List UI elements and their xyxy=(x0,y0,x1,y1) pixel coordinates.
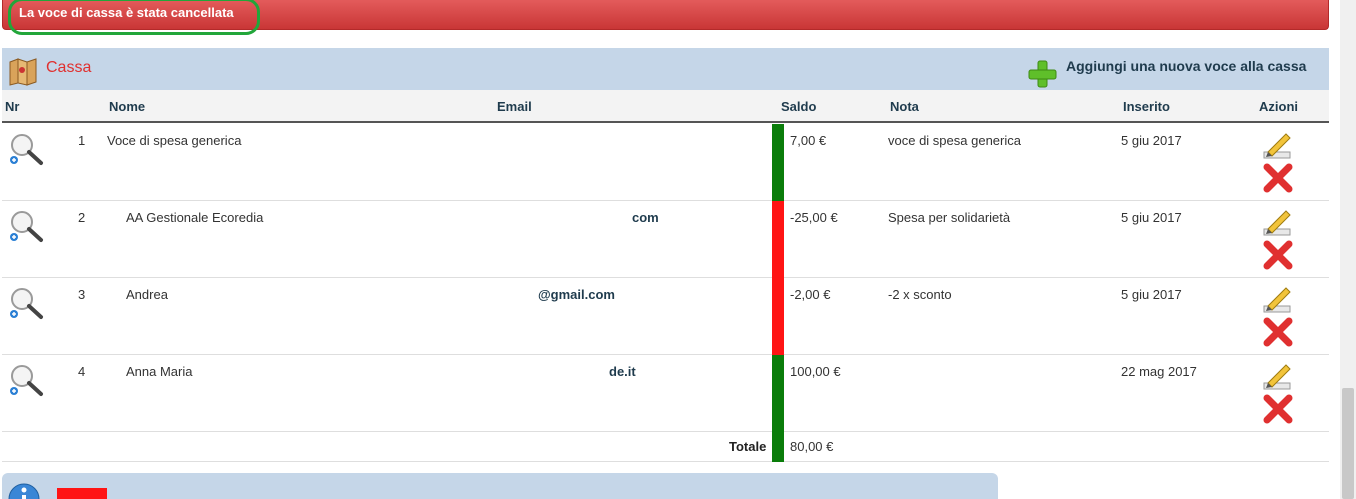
row-email: com xyxy=(632,210,659,225)
delete-x-icon[interactable] xyxy=(1262,162,1294,194)
row-email: @gmail.com xyxy=(538,287,615,302)
row-inserito: 22 mag 2017 xyxy=(1121,364,1197,379)
pencil-icon[interactable] xyxy=(1262,361,1292,391)
panel-title: Cassa xyxy=(46,59,92,76)
magnifier-icon[interactable] xyxy=(8,209,44,243)
row-inserito: 5 giu 2017 xyxy=(1121,210,1182,225)
row-nr: 4 xyxy=(78,364,86,379)
row-inserito: 5 giu 2017 xyxy=(1121,287,1182,302)
row-saldo: -25,00 € xyxy=(790,210,838,225)
row-saldo: 7,00 € xyxy=(790,133,827,148)
column-header-email[interactable]: Email xyxy=(497,99,532,114)
legend-color-block xyxy=(57,488,107,499)
row-nr: 3 xyxy=(78,287,86,302)
row-email: de.it xyxy=(609,364,636,379)
table-row: 1 Voce di spesa generica 7,00 € voce di … xyxy=(2,124,1329,201)
table-row: 2 AA Gestionale Ecoredia com -25,00 € Sp… xyxy=(2,201,1329,278)
row-nota: Spesa per solidarietà xyxy=(888,210,1011,225)
scrollbar-thumb[interactable] xyxy=(1342,388,1354,499)
column-header-inserito[interactable]: Inserito xyxy=(1123,99,1170,114)
row-nota: voce di spesa generica xyxy=(888,133,1021,148)
total-label: Totale xyxy=(729,439,767,454)
delete-x-icon[interactable] xyxy=(1262,316,1294,348)
saldo-status-bar xyxy=(772,278,784,355)
row-nota: -2 x sconto xyxy=(888,287,952,302)
table-row: 4 Anna Maria de.it 100,00 € 22 mag 2017 xyxy=(2,355,1329,432)
row-inserito: 5 giu 2017 xyxy=(1121,133,1182,148)
magnifier-icon[interactable] xyxy=(8,286,44,320)
pencil-icon[interactable] xyxy=(1262,207,1292,237)
column-header-nota[interactable]: Nota xyxy=(890,99,919,114)
magnifier-icon[interactable] xyxy=(8,132,44,166)
column-header-saldo[interactable]: Saldo xyxy=(781,99,816,114)
total-status-bar xyxy=(772,431,784,462)
saldo-status-bar xyxy=(772,124,784,201)
green-plus-icon[interactable] xyxy=(1026,59,1058,89)
highlight-annotation xyxy=(8,0,260,35)
saldo-status-bar xyxy=(772,355,784,432)
add-entry-link[interactable]: Aggiungi una nuova voce alla cassa xyxy=(1066,58,1306,74)
row-nome: Andrea xyxy=(126,287,168,302)
info-icon xyxy=(8,483,40,499)
column-header-azioni: Azioni xyxy=(1259,99,1298,114)
row-nome: Voce di spesa generica xyxy=(107,133,242,148)
row-nome: AA Gestionale Ecoredia xyxy=(126,210,264,225)
row-nome: Anna Maria xyxy=(126,364,193,379)
magnifier-icon[interactable] xyxy=(8,363,44,397)
pencil-icon[interactable] xyxy=(1262,130,1292,160)
row-saldo: 100,00 € xyxy=(790,364,841,379)
pencil-icon[interactable] xyxy=(1262,284,1292,314)
row-nr: 1 xyxy=(78,133,86,148)
info-box xyxy=(2,473,998,499)
table-row: 3 Andrea @gmail.com -2,00 € -2 x sconto … xyxy=(2,278,1329,355)
row-saldo: -2,00 € xyxy=(790,287,831,302)
total-value: 80,00 € xyxy=(790,439,834,454)
saldo-status-bar xyxy=(772,201,784,278)
column-header-nome[interactable]: Nome xyxy=(109,99,145,114)
total-row: Totale 80,00 € xyxy=(2,431,1329,462)
delete-x-icon[interactable] xyxy=(1262,239,1294,271)
row-nr: 2 xyxy=(78,210,86,225)
map-icon xyxy=(9,58,37,86)
column-header-nr[interactable]: Nr xyxy=(5,99,19,114)
delete-x-icon[interactable] xyxy=(1262,393,1294,425)
